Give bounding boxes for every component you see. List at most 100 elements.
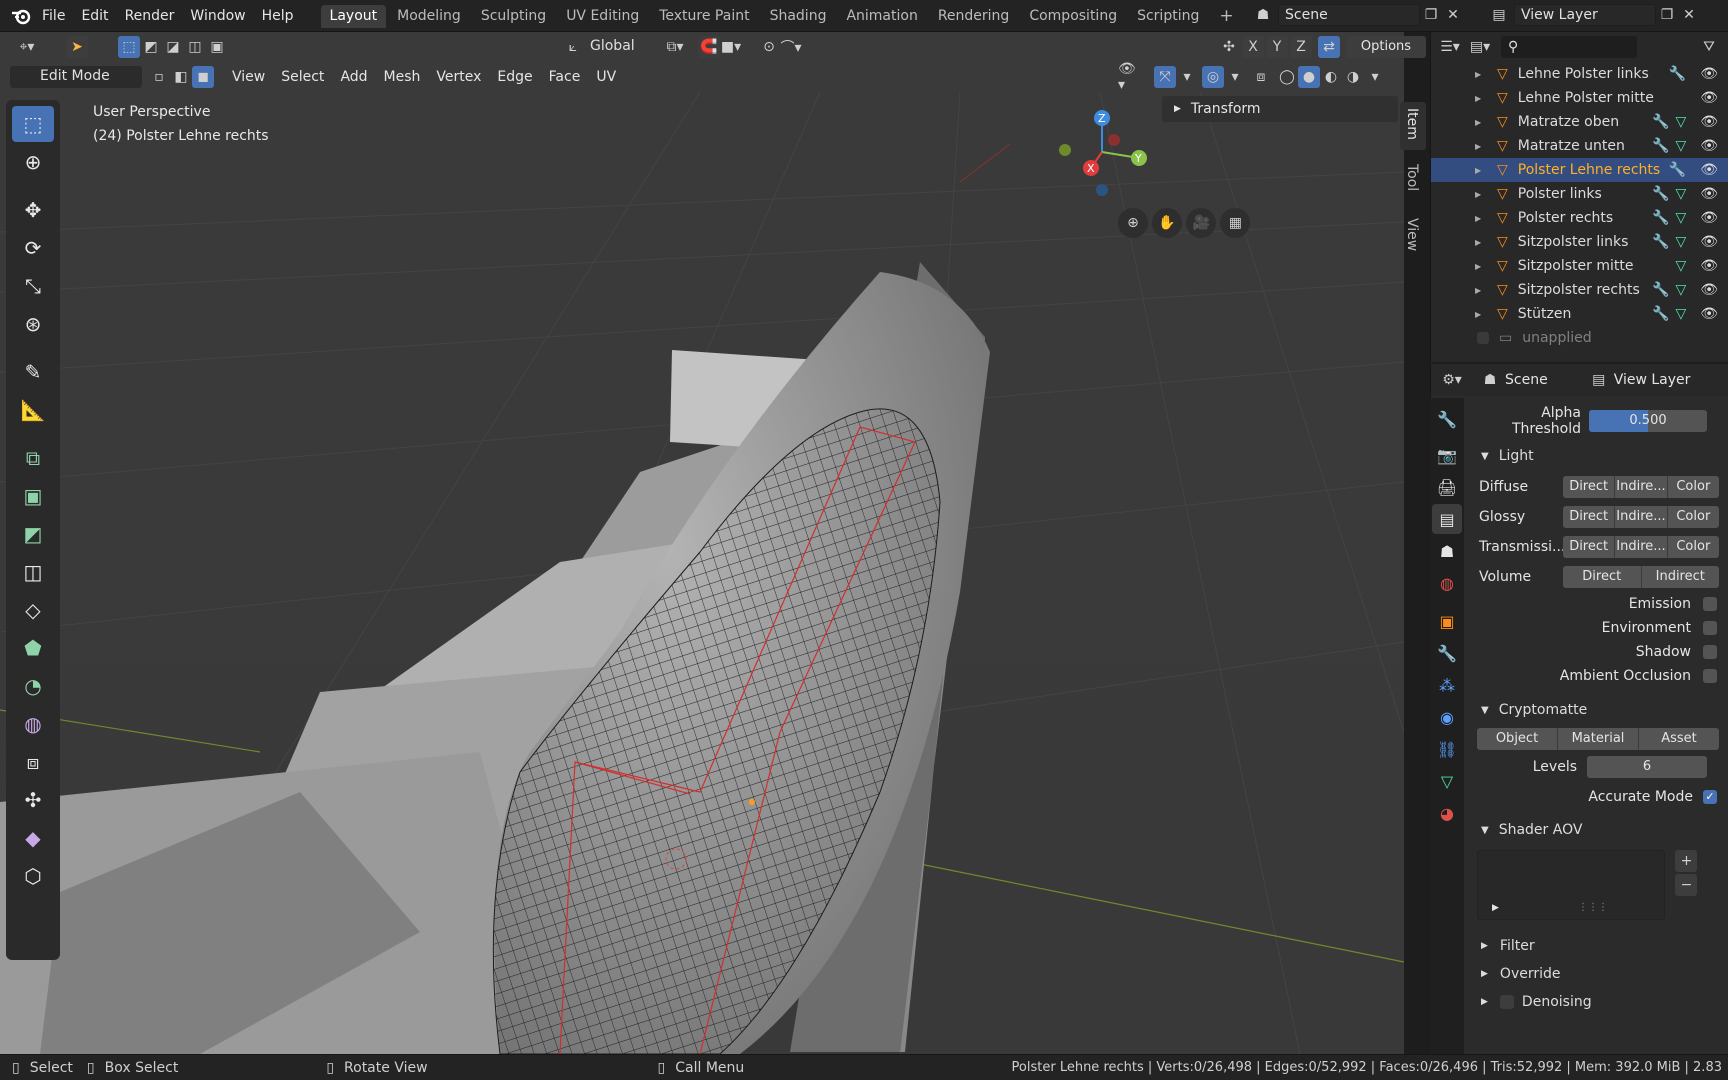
- menu-help[interactable]: Help: [254, 0, 302, 32]
- add-aov-icon[interactable]: +: [1675, 850, 1698, 872]
- expand-arrow-icon[interactable]: ▶: [1475, 142, 1481, 151]
- list-resize-handle-icon[interactable]: ⋮⋮⋮: [1578, 902, 1608, 913]
- mirror-x-button[interactable]: X: [1242, 36, 1264, 58]
- vertex-select-icon[interactable]: ▫: [148, 66, 170, 88]
- inset-tool-icon[interactable]: ▣: [12, 478, 54, 514]
- expand-arrow-icon[interactable]: ▶: [1475, 238, 1481, 247]
- gizmo-toggle-icon[interactable]: ⤧: [1154, 66, 1176, 88]
- view-layer-tab-icon[interactable]: ▤: [1432, 504, 1462, 534]
- copy-scene-icon[interactable]: ❐: [1420, 4, 1442, 26]
- tab-layout[interactable]: Layout: [320, 4, 387, 28]
- modifier-tab-icon[interactable]: 🔧: [1432, 638, 1462, 668]
- levels-field[interactable]: 6: [1587, 756, 1707, 778]
- snap-icon[interactable]: 🧲: [698, 36, 720, 58]
- eye-icon[interactable]: 👁: [1700, 162, 1718, 178]
- wrench-icon[interactable]: 🔧: [1669, 66, 1686, 82]
- move-tool-icon[interactable]: ✥: [12, 192, 54, 228]
- eye-icon[interactable]: 👁: [1700, 210, 1718, 226]
- outliner-item[interactable]: ▶ ▽ Matratze unten 🔧 ▽ 👁: [1431, 134, 1728, 158]
- menu-window[interactable]: Window: [182, 0, 253, 32]
- tab-scripting[interactable]: Scripting: [1128, 5, 1208, 28]
- eye-icon[interactable]: 👁: [1700, 282, 1718, 298]
- menu-add[interactable]: Add: [332, 66, 375, 88]
- pan-hand-icon[interactable]: ✋: [1152, 208, 1183, 238]
- view-layer-icon[interactable]: ▤: [1488, 4, 1510, 26]
- blender-logo-icon[interactable]: [8, 5, 34, 27]
- accurate-mode-checkbox[interactable]: ✓: [1703, 790, 1717, 804]
- expand-arrow-icon[interactable]: ▶: [1475, 262, 1481, 271]
- expand-arrow-icon[interactable]: ▶: [1475, 118, 1481, 127]
- rendered-shading-icon[interactable]: ◑: [1342, 66, 1364, 88]
- auto-merge-icon[interactable]: ⇄: [1318, 36, 1340, 58]
- pass-button[interactable]: Color: [1667, 476, 1719, 498]
- tab-tool[interactable]: Tool: [1400, 158, 1426, 208]
- pass-button[interactable]: Indirect: [1641, 566, 1719, 588]
- measure-tool-icon[interactable]: 📐: [12, 392, 54, 428]
- shader-aov-panel-header[interactable]: ▼ Shader AOV: [1467, 814, 1728, 846]
- menu-uv[interactable]: UV: [588, 66, 624, 88]
- select-new-icon[interactable]: ⬚: [118, 36, 140, 58]
- shear-tool-icon[interactable]: ◆: [12, 820, 54, 856]
- light-checkbox[interactable]: [1703, 597, 1717, 611]
- menu-mesh[interactable]: Mesh: [376, 66, 429, 88]
- display-mode-icon[interactable]: ☰▾: [1439, 36, 1461, 58]
- menu-edge[interactable]: Edge: [489, 66, 540, 88]
- wrench-icon[interactable]: 🔧: [1652, 234, 1669, 250]
- bevel-tool-icon[interactable]: ◩: [12, 516, 54, 552]
- tab-shading[interactable]: Shading: [761, 5, 836, 28]
- menu-face[interactable]: Face: [541, 66, 589, 88]
- menu-edit[interactable]: Edit: [73, 0, 116, 32]
- tab-sculpting[interactable]: Sculpting: [472, 5, 555, 28]
- pass-button[interactable]: Direct: [1563, 566, 1642, 588]
- eye-icon[interactable]: 👁: [1700, 258, 1718, 274]
- select-box-tool-icon[interactable]: ⬚: [12, 106, 54, 142]
- cryptomatte-panel-header[interactable]: ▼ Cryptomatte: [1467, 694, 1728, 726]
- gizmo-dropdown-icon[interactable]: ▾: [1176, 66, 1198, 88]
- extrude-tool-icon[interactable]: ⧉: [12, 440, 54, 476]
- eye-icon[interactable]: 👁: [1700, 186, 1718, 202]
- remove-view-layer-icon[interactable]: ✕: [1678, 4, 1700, 26]
- mesh-data-icon[interactable]: ▽: [1675, 114, 1686, 130]
- tab-animation[interactable]: Animation: [837, 5, 926, 28]
- 3d-viewport[interactable]: [0, 32, 1404, 1054]
- mirror-z-button[interactable]: Z: [1290, 36, 1312, 58]
- shader-aov-list[interactable]: ▶ ⋮⋮⋮: [1477, 850, 1666, 920]
- list-expand-icon[interactable]: ▶: [1492, 903, 1499, 913]
- material-shading-icon[interactable]: ◐: [1320, 66, 1342, 88]
- outliner-item[interactable]: ▶ ▽ Lehne Polster mitte 👁: [1431, 86, 1728, 110]
- select-invert-icon[interactable]: ◫: [184, 36, 206, 58]
- cryptomatte-material-button[interactable]: Material: [1558, 728, 1639, 750]
- mesh-data-icon[interactable]: ▽: [1675, 186, 1686, 202]
- menu-file[interactable]: File: [34, 0, 73, 32]
- copy-view-layer-icon[interactable]: ❐: [1656, 4, 1678, 26]
- outliner-search-input[interactable]: ⚲: [1501, 36, 1637, 58]
- scene-icon[interactable]: ☗: [1252, 4, 1274, 26]
- tab-modeling[interactable]: Modeling: [388, 5, 470, 28]
- render-tab-icon[interactable]: 📷: [1432, 440, 1462, 470]
- pass-button[interactable]: Color: [1667, 506, 1719, 528]
- expand-arrow-icon[interactable]: ▶: [1475, 310, 1481, 319]
- expand-arrow-icon[interactable]: ▶: [1475, 214, 1481, 223]
- outliner-item[interactable]: ▶ ▽ Polster rechts 🔧 ▽ 👁: [1431, 206, 1728, 230]
- filter-icon[interactable]: ⛛: [1698, 36, 1720, 58]
- eye-icon[interactable]: 👁: [1700, 66, 1718, 82]
- add-workspace-button[interactable]: +: [1210, 5, 1242, 28]
- wrench-icon[interactable]: 🔧: [1652, 186, 1669, 202]
- properties-view-layer-label[interactable]: View Layer: [1614, 372, 1691, 388]
- transform-pivot-icon[interactable]: ⌖▾: [10, 36, 44, 58]
- overlay-toggle-icon[interactable]: ◎: [1202, 66, 1224, 88]
- select-extend-icon[interactable]: ◩: [140, 36, 162, 58]
- expand-arrow-icon[interactable]: ▶: [1475, 190, 1481, 199]
- annotate-tool-icon[interactable]: ✎: [12, 354, 54, 390]
- expand-arrow-icon[interactable]: ▶: [1475, 166, 1481, 175]
- menu-view[interactable]: View: [224, 66, 273, 88]
- particles-tab-icon[interactable]: ⁂: [1432, 670, 1462, 700]
- options-dropdown[interactable]: Options: [1346, 36, 1426, 58]
- pivot-icon[interactable]: ⧉▾: [664, 36, 686, 58]
- menu-render[interactable]: Render: [117, 0, 183, 32]
- outliner-item[interactable]: ▶ ▽ Sitzpolster links 🔧 ▽ 👁: [1431, 230, 1728, 254]
- wireframe-shading-icon[interactable]: ◯: [1276, 66, 1298, 88]
- cryptomatte-object-button[interactable]: Object: [1477, 728, 1558, 750]
- pass-button[interactable]: Direct: [1563, 506, 1616, 528]
- knife-tool-icon[interactable]: ◇: [12, 592, 54, 628]
